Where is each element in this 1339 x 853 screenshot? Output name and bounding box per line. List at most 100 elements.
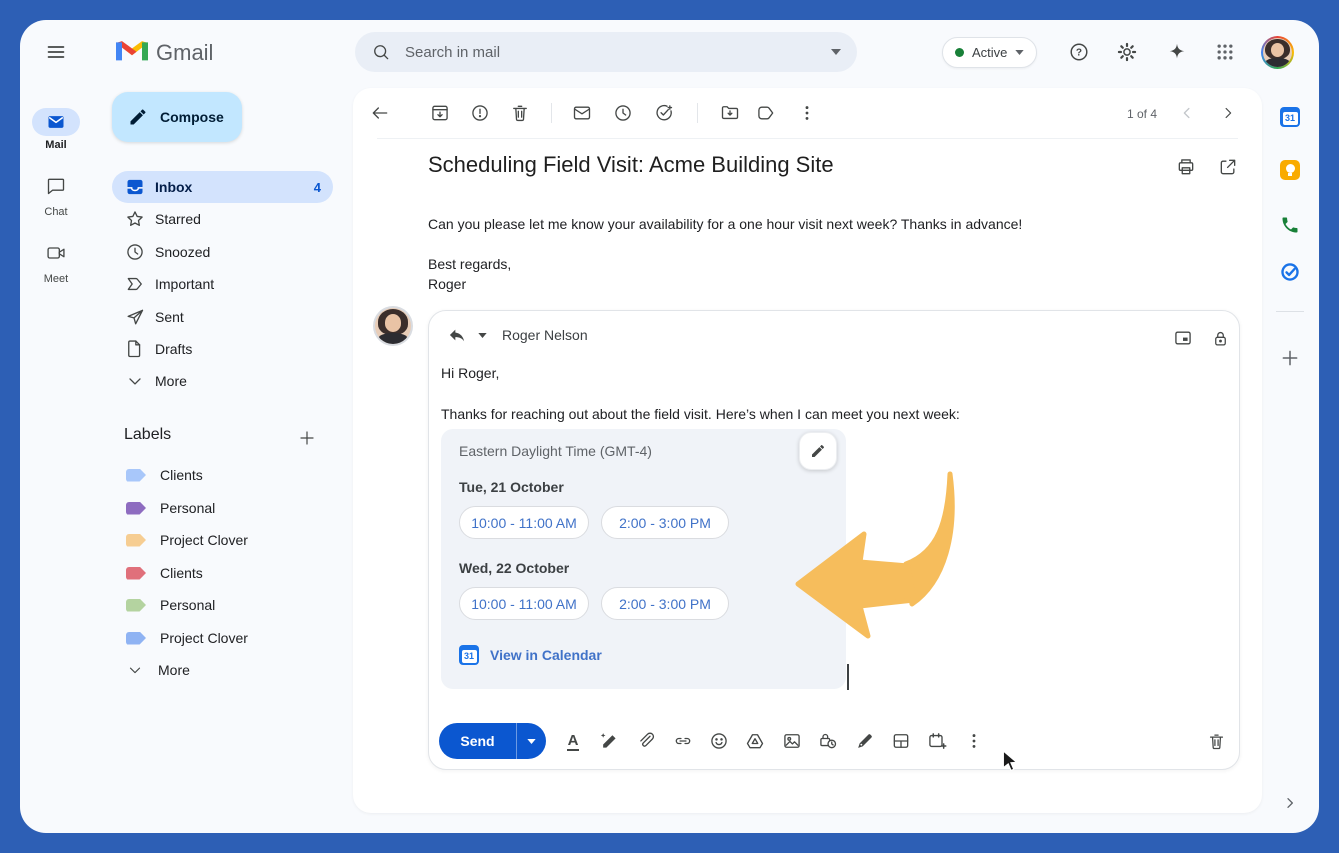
draft-file-icon bbox=[128, 340, 141, 358]
reply-recipient[interactable]: Roger Nelson bbox=[502, 327, 588, 343]
trash-icon bbox=[1209, 734, 1223, 749]
reply-compose-card: Roger Nelson Hi Roger, Thanks for reachi… bbox=[428, 310, 1240, 770]
search-bar[interactable] bbox=[355, 32, 857, 72]
newer-email-button[interactable] bbox=[1169, 95, 1205, 131]
sidebar-item-drafts[interactable]: Drafts bbox=[112, 333, 333, 365]
hamburger-icon bbox=[47, 46, 65, 58]
layouts-button[interactable] bbox=[885, 725, 917, 757]
insert-emoji-button[interactable] bbox=[703, 725, 735, 757]
compose-pencil-icon bbox=[130, 109, 146, 125]
sidebar-item-snoozed[interactable]: Snoozed bbox=[112, 236, 333, 268]
mark-unread-button[interactable] bbox=[564, 95, 600, 131]
time-slot-chip[interactable]: 10:00 - 11:00 AM bbox=[459, 587, 589, 620]
pop-out-reply-button[interactable] bbox=[1170, 325, 1196, 351]
move-to-button[interactable] bbox=[712, 95, 748, 131]
open-in-new-button[interactable] bbox=[1210, 149, 1246, 185]
rail-meet-button[interactable] bbox=[46, 243, 66, 263]
delete-button[interactable] bbox=[502, 95, 538, 131]
add-to-tasks-button[interactable] bbox=[646, 95, 682, 131]
insert-signature-button[interactable] bbox=[849, 725, 881, 757]
sidebar-label-project-clover-2[interactable]: Project Clover bbox=[112, 622, 333, 654]
labels-button[interactable] bbox=[748, 95, 784, 131]
reply-intro: Thanks for reaching out about the field … bbox=[441, 406, 960, 422]
reply-header: Roger Nelson bbox=[443, 321, 588, 349]
account-avatar[interactable] bbox=[1261, 36, 1294, 69]
sidebar-item-important[interactable]: Important bbox=[112, 268, 333, 300]
label-name: More bbox=[158, 662, 190, 678]
side-panel-tasks-button[interactable] bbox=[1270, 252, 1310, 292]
toolbar-separator bbox=[697, 103, 698, 123]
settings-button[interactable] bbox=[1107, 32, 1147, 72]
sidebar-label-personal-2[interactable]: Personal bbox=[112, 589, 333, 621]
apps-grid-button[interactable] bbox=[1205, 32, 1245, 72]
status-selector[interactable]: Active bbox=[942, 37, 1038, 68]
insert-from-drive-button[interactable] bbox=[739, 725, 771, 757]
gear-icon bbox=[1117, 42, 1137, 62]
main-menu-button[interactable] bbox=[36, 32, 76, 72]
help-me-write-button[interactable] bbox=[593, 725, 625, 757]
sidebar-item-label: Sent bbox=[155, 309, 184, 325]
view-in-calendar-link[interactable]: 31 View in Calendar bbox=[459, 645, 602, 665]
reply-type-button[interactable] bbox=[443, 321, 471, 349]
search-input[interactable] bbox=[405, 43, 817, 61]
discard-draft-button[interactable] bbox=[1200, 725, 1232, 757]
gmail-logo-icon bbox=[116, 38, 148, 64]
send-button[interactable]: Send bbox=[439, 723, 546, 759]
sidebar-labels-more[interactable]: More bbox=[112, 654, 333, 686]
sidebar-item-more[interactable]: More bbox=[112, 365, 333, 397]
hide-side-panel-button[interactable] bbox=[1270, 783, 1310, 823]
help-icon: ? bbox=[1070, 43, 1088, 61]
archive-button[interactable] bbox=[422, 95, 458, 131]
create-label-button[interactable] bbox=[293, 424, 321, 452]
propose-meeting-times-button[interactable] bbox=[921, 725, 953, 757]
edit-times-button[interactable] bbox=[799, 432, 837, 470]
rail-mail-label[interactable]: Mail bbox=[20, 139, 92, 151]
sidebar-label-clients-1[interactable]: Clients bbox=[112, 459, 333, 491]
app-title: Gmail bbox=[156, 40, 214, 65]
rail-chat-button[interactable] bbox=[46, 176, 66, 196]
lock-icon bbox=[1214, 331, 1226, 345]
sidebar-item-sent[interactable]: Sent bbox=[112, 301, 333, 333]
avatar-photo bbox=[375, 308, 411, 344]
help-button[interactable]: ? bbox=[1059, 32, 1099, 72]
report-spam-button[interactable] bbox=[462, 95, 498, 131]
insert-photo-button[interactable] bbox=[776, 725, 808, 757]
compose-button[interactable]: Compose bbox=[112, 92, 242, 142]
search-options-caret-icon[interactable] bbox=[831, 49, 841, 55]
sidebar-label-personal-1[interactable]: Personal bbox=[112, 492, 333, 524]
time-slot-chip[interactable]: 2:00 - 3:00 PM bbox=[601, 587, 729, 620]
gemini-button[interactable] bbox=[1157, 32, 1197, 72]
reply-greeting: Hi Roger, bbox=[441, 365, 500, 381]
time-slot-chip[interactable]: 10:00 - 11:00 AM bbox=[459, 506, 589, 539]
rail-mail-button[interactable] bbox=[46, 112, 66, 132]
more-options-button[interactable] bbox=[789, 95, 825, 131]
attach-file-button[interactable] bbox=[630, 725, 662, 757]
email-signoff-name: Roger bbox=[428, 276, 467, 292]
sidebar-label-clients-2[interactable]: Clients bbox=[112, 557, 333, 589]
snooze-button[interactable] bbox=[605, 95, 641, 131]
back-button[interactable] bbox=[362, 95, 398, 131]
rail-meet-label[interactable]: Meet bbox=[20, 273, 92, 285]
sidebar-label-project-clover-1[interactable]: Project Clover bbox=[112, 524, 333, 556]
chevron-down-icon[interactable] bbox=[478, 332, 487, 338]
time-slot-chip[interactable]: 2:00 - 3:00 PM bbox=[601, 506, 729, 539]
get-add-ons-button[interactable] bbox=[1270, 338, 1310, 378]
side-panel-voice-button[interactable] bbox=[1270, 205, 1310, 245]
side-panel-keep-button[interactable] bbox=[1270, 150, 1310, 190]
confidential-lock-button[interactable] bbox=[1207, 325, 1233, 351]
more-compose-options-button[interactable] bbox=[958, 725, 990, 757]
side-panel-calendar-button[interactable]: 31 bbox=[1270, 97, 1310, 137]
rail-chat-label[interactable]: Chat bbox=[20, 206, 92, 218]
formatting-options-button[interactable]: A bbox=[557, 725, 589, 757]
sidebar-item-starred[interactable]: Starred bbox=[112, 203, 333, 235]
older-email-button[interactable] bbox=[1210, 95, 1246, 131]
send-options-split[interactable] bbox=[516, 723, 546, 759]
insert-link-button[interactable] bbox=[667, 725, 699, 757]
label-name: Personal bbox=[160, 597, 216, 613]
confidential-mode-button[interactable] bbox=[812, 725, 844, 757]
print-button[interactable] bbox=[1168, 149, 1204, 185]
magic-pen-icon bbox=[600, 733, 616, 748]
important-marker-icon bbox=[127, 277, 142, 291]
sidebar-item-inbox[interactable]: Inbox 4 bbox=[112, 171, 333, 203]
calendar-plus-icon bbox=[929, 733, 947, 749]
